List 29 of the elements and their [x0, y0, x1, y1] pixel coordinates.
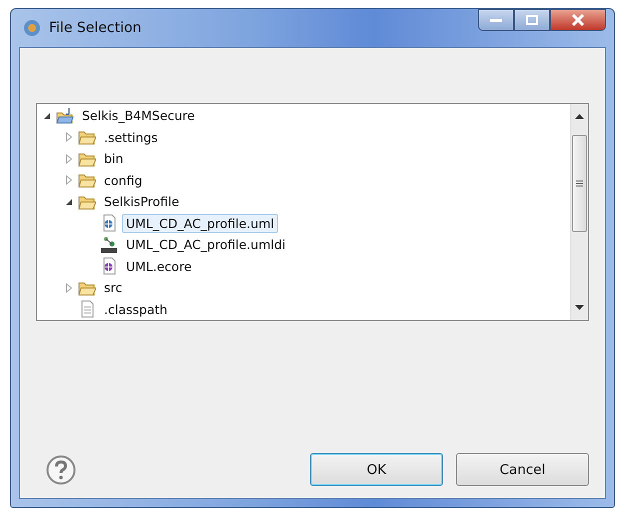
tree-item[interactable]: Selkis_B4MSecure	[78, 106, 199, 126]
collapse-icon[interactable]	[43, 112, 51, 120]
tree-item[interactable]: src	[100, 278, 126, 298]
tree-item[interactable]: UML_CD_AC_profile.umldi	[122, 235, 290, 254]
tree-item[interactable]: .settings	[100, 128, 162, 147]
app-icon	[23, 19, 41, 37]
window-title: File Selection	[49, 20, 142, 36]
close-button[interactable]	[550, 9, 606, 31]
help-icon[interactable]	[46, 454, 76, 484]
dialog-button[interactable]: OK	[310, 453, 443, 486]
close-icon	[571, 14, 585, 26]
maximize-icon	[526, 15, 538, 25]
tree-item[interactable]: .classpath	[100, 300, 172, 319]
tree-item[interactable]: UML.ecore	[122, 256, 196, 276]
scroll-up-icon[interactable]	[575, 114, 584, 119]
tree-item[interactable]: config	[100, 170, 146, 190]
minimize-icon	[489, 17, 503, 23]
tree-item[interactable]: bin	[100, 149, 128, 168]
tree-item[interactable]: SelkisProfile	[100, 192, 184, 212]
collapse-icon[interactable]	[65, 198, 73, 206]
dialog-button[interactable]: Cancel	[456, 453, 589, 486]
minimize-button[interactable]	[478, 9, 514, 31]
maximize-button[interactable]	[514, 9, 550, 31]
scroll-thumb[interactable]	[572, 135, 587, 232]
scroll-bar[interactable]	[570, 104, 588, 320]
diagram-file-icon	[100, 236, 118, 254]
tree-item[interactable]: UML_CD_AC_profile.uml	[122, 214, 278, 233]
scroll-down-icon[interactable]	[575, 305, 584, 310]
project-folder-icon	[56, 106, 74, 125]
